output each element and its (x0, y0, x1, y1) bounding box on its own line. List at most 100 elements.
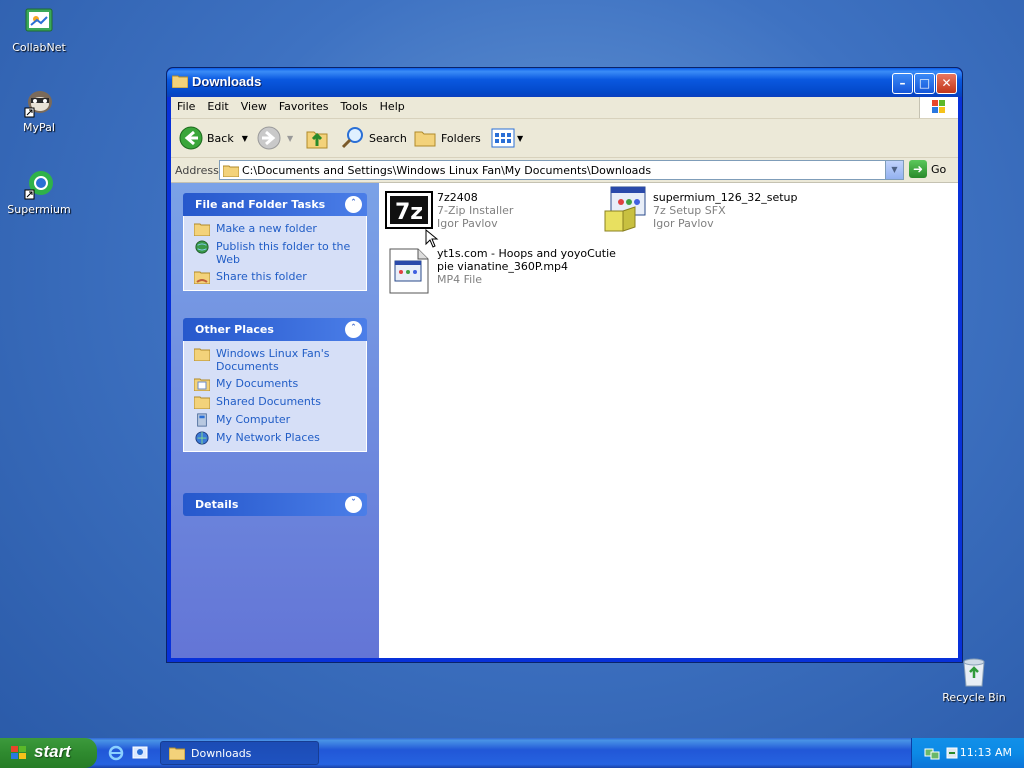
folder-icon (222, 164, 240, 178)
folders-label: Folders (441, 131, 481, 145)
address-value: C:\Documents and Settings\Windows Linux … (242, 164, 652, 177)
close-button[interactable]: ✕ (936, 73, 957, 94)
windows-logo-icon (11, 746, 26, 759)
toolbar: Back ▼ ▼ Search Folders ▼ (171, 119, 958, 158)
place-my-documents[interactable]: My Documents (194, 377, 360, 391)
place-label: My Computer (216, 413, 291, 426)
place-label: My Network Places (216, 431, 320, 444)
file-company: Igor Pavlov (437, 217, 498, 230)
share-folder-icon (194, 271, 210, 284)
desktop-icon-collabnet[interactable]: CollabNet (0, 6, 78, 54)
start-label: start (34, 742, 71, 761)
desktop-icon-label: MyPal (23, 121, 55, 134)
back-button[interactable]: Back ▼ (179, 124, 248, 152)
file-item-7z2408[interactable]: 7z 7z2408 7-Zip Installer Igor Pavlov (385, 191, 514, 248)
address-bar: Address C:\Documents and Settings\Window… (171, 158, 958, 183)
back-label: Back (207, 131, 234, 145)
menu-file[interactable]: File (171, 97, 201, 116)
expand-chevron-icon[interactable]: ˇ (345, 496, 362, 513)
file-item-mp4-video[interactable]: yt1s.com - Hoops and yoyoCutie pie viana… (385, 247, 616, 295)
network-tray-icon[interactable] (924, 745, 940, 764)
forward-button[interactable]: ▼ (257, 124, 293, 152)
file-name-line2: pie vianatine_360P.mp4 (437, 260, 569, 273)
back-arrow-icon (179, 126, 203, 150)
place-label: Shared Documents (216, 395, 321, 408)
minimize-button[interactable]: – (892, 73, 913, 94)
menu-tools[interactable]: Tools (335, 97, 374, 116)
menu-help[interactable]: Help (374, 97, 411, 116)
folders-button[interactable]: Folders (413, 124, 481, 152)
other-places-panel: Other Places ˆ Windows Linux Fan's Docum… (183, 318, 367, 452)
task-share-folder[interactable]: Share this folder (194, 270, 360, 284)
views-icon (491, 128, 515, 148)
back-dropdown-icon[interactable]: ▼ (242, 134, 248, 143)
go-button[interactable]: ➜ Go (909, 160, 946, 178)
setup-installer-icon (601, 185, 649, 233)
place-my-computer[interactable]: My Computer (194, 413, 360, 427)
title-bar[interactable]: Downloads – □ ✕ (167, 68, 962, 97)
folder-icon (194, 396, 210, 409)
menu-favorites[interactable]: Favorites (273, 97, 335, 116)
collapse-chevron-icon[interactable]: ˆ (345, 321, 362, 338)
system-tray: 11:13 AM (911, 738, 1024, 768)
my-computer-icon (197, 413, 207, 427)
search-icon (341, 127, 363, 149)
panel-body: Make a new folder Publish this folder to… (183, 216, 367, 291)
taskbar-button-downloads[interactable]: Downloads (160, 741, 319, 765)
address-input[interactable]: C:\Documents and Settings\Windows Linux … (219, 160, 904, 180)
forward-dropdown-icon[interactable]: ▼ (287, 134, 293, 143)
start-button[interactable]: start (0, 738, 97, 768)
maximize-button[interactable]: □ (914, 73, 935, 94)
up-folder-button[interactable] (305, 124, 329, 152)
desktop-icon-label: Supermium (7, 203, 71, 216)
taskbar: start Downloads 11:13 AM (0, 738, 1024, 768)
place-shared-documents[interactable]: Shared Documents (194, 395, 360, 409)
search-button[interactable]: Search (341, 124, 407, 152)
folder-icon (171, 74, 189, 89)
menu-edit[interactable]: Edit (201, 97, 234, 116)
file-type: 7z Setup SFX (653, 204, 726, 217)
new-folder-icon (194, 223, 210, 236)
folder-icon (194, 348, 210, 361)
address-label: Address (175, 164, 219, 177)
collapse-chevron-icon[interactable]: ˆ (345, 196, 362, 213)
panel-header[interactable]: Details ˇ (183, 493, 367, 516)
globe-icon (195, 240, 209, 254)
file-name: supermium_126_32_setup (653, 191, 798, 204)
windows-logo-icon (919, 97, 958, 118)
address-dropdown-icon[interactable]: ▼ (885, 161, 903, 179)
window-title: Downloads (192, 74, 262, 89)
file-company: Igor Pavlov (653, 217, 714, 230)
network-places-icon (195, 431, 209, 445)
task-make-new-folder[interactable]: Make a new folder (194, 222, 360, 236)
panel-header[interactable]: Other Places ˆ (183, 318, 367, 341)
7zip-installer-icon: 7z (385, 191, 439, 248)
place-user-documents[interactable]: Windows Linux Fan's Documents (194, 347, 360, 373)
desktop-icon-mypal[interactable]: MyPal (0, 86, 78, 134)
task-label: Publish this folder to the Web (216, 240, 351, 266)
collabnet-icon (23, 6, 55, 38)
up-folder-icon (306, 131, 328, 149)
task-publish-web[interactable]: Publish this folder to the Web (194, 240, 360, 266)
file-folder-tasks-panel: File and Folder Tasks ˆ Make a new folde… (183, 193, 367, 291)
mouse-cursor-icon (425, 229, 439, 248)
desktop-icon-supermium[interactable]: Supermium (0, 168, 78, 216)
go-arrow-icon: ➜ (909, 160, 927, 178)
folders-icon (414, 131, 436, 147)
place-my-network-places[interactable]: My Network Places (194, 431, 360, 445)
safely-remove-tray-icon[interactable] (944, 745, 960, 764)
panel-title: File and Folder Tasks (195, 198, 326, 211)
quick-launch-desktop-icon[interactable] (132, 745, 148, 764)
views-button[interactable]: ▼ (491, 124, 523, 152)
file-type: 7-Zip Installer (437, 204, 514, 217)
quick-launch-ie-icon[interactable] (108, 745, 124, 764)
desktop-icon-recycle-bin[interactable]: Recycle Bin (935, 656, 1013, 704)
file-item-supermium-setup[interactable]: supermium_126_32_setup 7z Setup SFX Igor… (601, 185, 798, 233)
file-name: 7z2408 (437, 191, 478, 204)
task-pane: File and Folder Tasks ˆ Make a new folde… (171, 183, 379, 658)
panel-header[interactable]: File and Folder Tasks ˆ (183, 193, 367, 216)
views-dropdown-icon: ▼ (517, 133, 524, 143)
menu-view[interactable]: View (235, 97, 273, 116)
panel-title: Other Places (195, 323, 274, 336)
panel-title: Details (195, 498, 239, 511)
